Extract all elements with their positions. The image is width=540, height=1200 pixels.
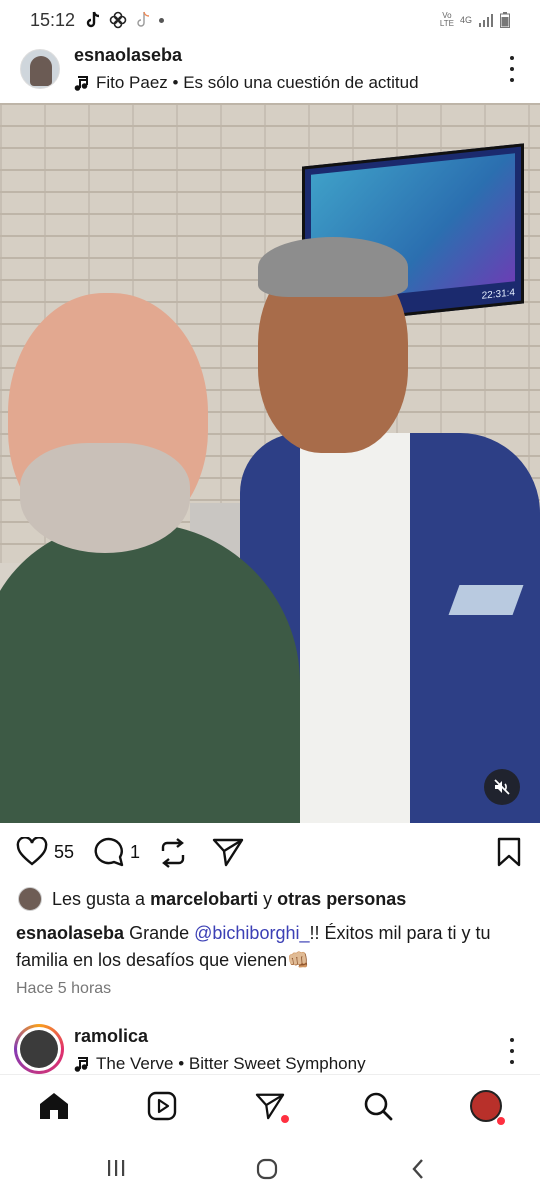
post-author-username[interactable]: esnaolaseba [74,45,182,66]
comment-count: 1 [130,841,141,862]
likes-others[interactable]: otras personas [277,889,406,909]
post-more-options-button[interactable] [506,56,518,82]
post-photo[interactable]: 22:31:4 [0,103,540,823]
status-notification-icons [85,11,165,29]
network-type-label: 4G [459,15,472,25]
liker-avatar [18,887,42,911]
caption-text-pre: Grande [129,923,190,943]
nav-reels[interactable] [145,1089,179,1123]
bottom-navigation [0,1074,540,1138]
tiktok-icon [86,11,100,28]
status-system-icons: Vo LTE 4G [440,12,510,28]
caption-username[interactable]: esnaolaseba [16,923,124,943]
volte-indicator: Vo LTE [440,12,454,28]
photo-pocket-square [448,585,524,615]
status-time: 15:12 [30,9,76,30]
nav-direct[interactable] [253,1089,289,1123]
post-header: esnaolaseba Fito Paez • Es sólo una cues… [0,42,540,102]
home-circle-icon [256,1158,278,1180]
bookmark-icon [497,837,521,867]
post-author-avatar[interactable] [20,49,60,89]
profile-notification-dot [497,1117,505,1125]
comment-icon [94,837,124,867]
back-button[interactable] [410,1158,426,1185]
nav-home[interactable] [37,1089,71,1123]
save-button[interactable] [496,837,522,872]
send-icon [255,1093,285,1120]
tiktok-outline-icon [137,11,150,27]
likes-user[interactable]: marcelobarti [150,889,258,909]
signal-icon [479,14,493,27]
post-music-info[interactable]: Fito Paez • Es sólo una cuestión de acti… [74,73,419,93]
next-post-music-info[interactable]: The Verve • Bitter Sweet Symphony [74,1054,366,1074]
next-post-header: ramolica The Verve • Bitter Sweet Sympho… [0,1018,540,1074]
caption-mention[interactable]: @bichiborghi_ [194,923,309,943]
likes-joiner: y [263,888,273,909]
repost-button[interactable] [158,837,188,869]
likes-summary[interactable]: Les gusta a marcelobarti y otras persona… [18,887,406,911]
audio-muted-button[interactable] [484,769,520,805]
pinwheel-icon [109,11,127,29]
direct-notification-dot [281,1115,289,1123]
post-song-label: Fito Paez • Es sólo una cuestión de acti… [96,73,419,92]
nav-profile[interactable] [469,1089,505,1125]
post-caption: esnaolaseba Grande @bichiborghi_!! Éxito… [16,920,531,974]
status-bar: 15:12 Vo LTE 4G [0,0,540,40]
like-count: 55 [54,841,75,862]
music-note-icon [74,76,88,91]
photo-person-right-hair [258,237,408,297]
comment-button[interactable]: 1 [92,837,140,867]
home-system-button[interactable] [256,1158,278,1185]
post-action-row: 55 1 [0,833,540,877]
recent-apps-button[interactable] [106,1158,126,1183]
likes-text: Les gusta a marcelobarti y otras persona… [52,889,406,910]
next-post-more-options-button[interactable] [506,1038,518,1064]
home-icon [40,1093,68,1119]
share-button[interactable] [212,837,244,867]
likes-prefix: Les gusta a [52,888,146,909]
search-icon [364,1092,393,1121]
like-button[interactable]: 55 [16,837,74,867]
tv-clock-text: 22:31:4 [481,287,515,302]
reels-icon [147,1091,177,1121]
next-post-song-label: The Verve • Bitter Sweet Symphony [96,1054,366,1073]
recent-apps-icon [108,1160,125,1176]
post-timestamp: Hace 5 horas [16,980,112,997]
back-chevron-icon [412,1159,423,1179]
next-post-avatar[interactable] [14,1024,64,1074]
volte-label-bottom: LTE [439,19,454,28]
more-notifications-dot [159,17,165,23]
send-icon [212,838,244,867]
system-navigation-bar [0,1140,540,1200]
battery-icon [500,12,510,28]
music-note-icon [74,1057,88,1072]
next-post-username[interactable]: ramolica [74,1026,148,1047]
heart-icon [16,837,48,866]
photo-person-left-beard [20,443,190,553]
speaker-muted-icon [494,779,510,795]
nav-search[interactable] [361,1089,395,1123]
photo-person-right-shirt [300,433,410,823]
repost-icon [161,838,185,868]
